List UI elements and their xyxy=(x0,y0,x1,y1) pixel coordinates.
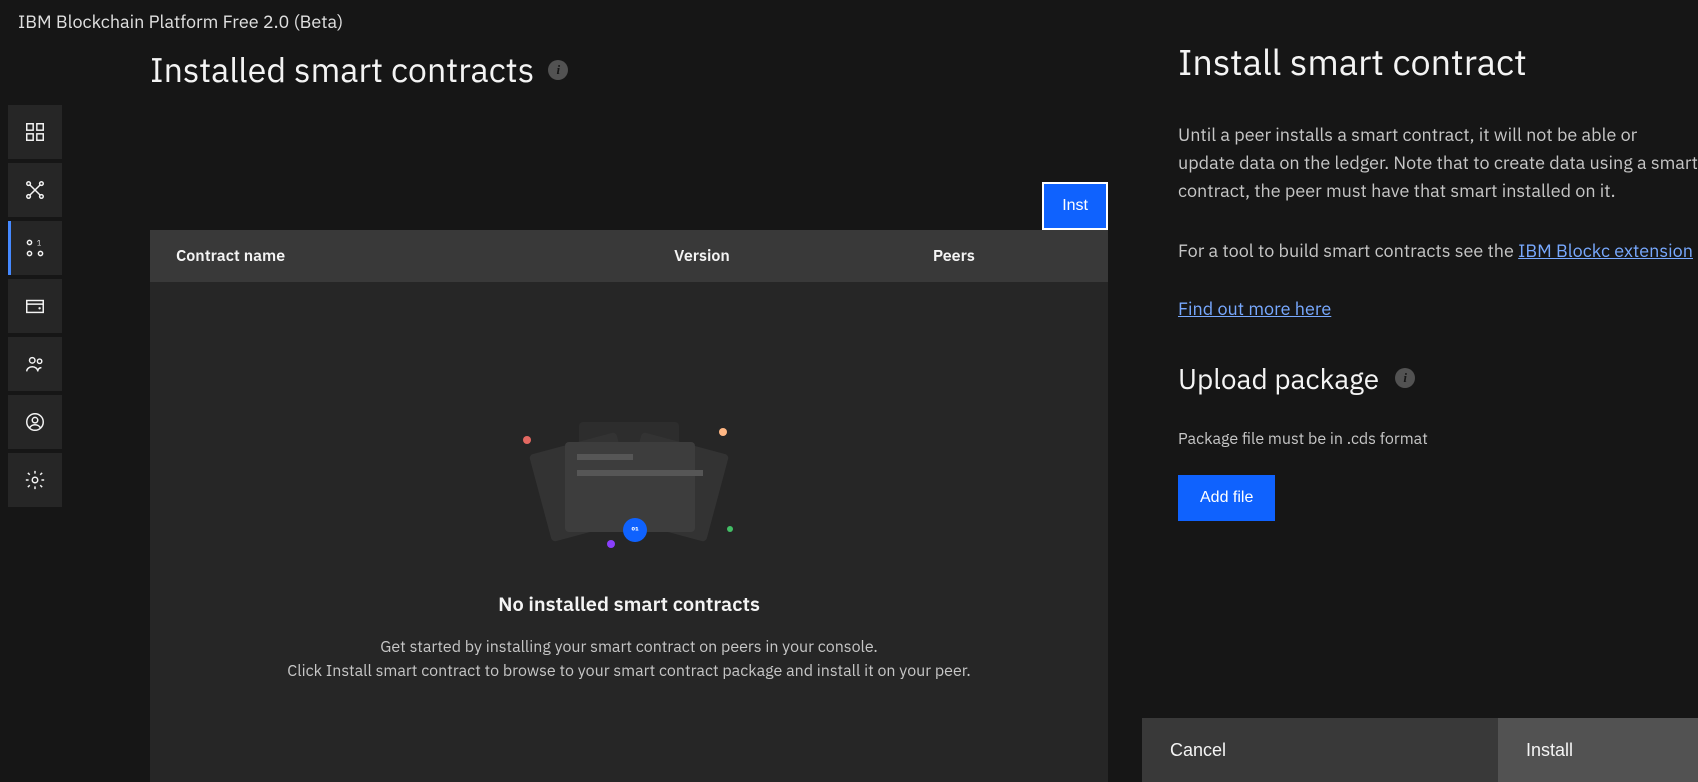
svg-text:1: 1 xyxy=(37,238,42,248)
people-icon xyxy=(24,353,46,375)
panel-title: Install smart contract xyxy=(1178,38,1698,85)
user-icon xyxy=(24,411,46,433)
empty-state-line2: Click Install smart contract to browse t… xyxy=(287,659,970,683)
panel-tool-line: For a tool to build smart contracts see … xyxy=(1178,237,1698,265)
sidebar-item-user[interactable] xyxy=(8,395,62,449)
empty-state-title: No installed smart contracts xyxy=(498,590,760,617)
install-button[interactable]: Install xyxy=(1498,718,1698,782)
empty-state-line1: Get started by installing your smart con… xyxy=(380,635,877,659)
page-title: Installed smart contracts xyxy=(150,48,534,92)
gear-icon xyxy=(24,469,46,491)
sidebar-item-organizations[interactable] xyxy=(8,337,62,391)
contracts-table: Contract name Version Peers ⁰¹ No instal… xyxy=(150,230,1108,782)
sidebar-item-wallet[interactable] xyxy=(8,279,62,333)
main-content: Installed smart contracts i Inst Contrac… xyxy=(150,40,1108,782)
table-header: Contract name Version Peers xyxy=(150,230,1108,282)
find-out-more-link[interactable]: Find out more here xyxy=(1178,297,1331,320)
upload-hint: Package file must be in .cds format xyxy=(1178,429,1698,449)
install-side-panel: Install smart contract Until a peer inst… xyxy=(1142,38,1698,782)
column-peers: Peers xyxy=(907,246,1108,266)
grid-icon xyxy=(24,121,46,143)
vscode-extension-link[interactable]: IBM Blockc extension xyxy=(1518,239,1693,262)
panel-description: Until a peer installs a smart contract, … xyxy=(1178,121,1698,205)
smart-contracts-icon: 1 xyxy=(24,237,46,259)
empty-state: ⁰¹ No installed smart contracts Get star… xyxy=(150,282,1108,782)
install-smart-contract-button[interactable]: Inst xyxy=(1042,182,1108,230)
page-header: Installed smart contracts i xyxy=(150,40,1108,120)
sidebar-item-settings[interactable] xyxy=(8,453,62,507)
panel-footer: Cancel Install xyxy=(1142,718,1698,782)
network-icon xyxy=(24,179,46,201)
sidebar-item-smart-contracts[interactable]: 1 xyxy=(8,221,62,275)
sidebar-item-nodes[interactable] xyxy=(8,163,62,217)
column-version: Version xyxy=(648,246,907,266)
sidebar: 1 xyxy=(8,105,62,507)
contracts-badge-icon: ⁰¹ xyxy=(623,518,647,542)
wallet-icon xyxy=(24,295,46,317)
app-title: IBM Blockchain Platform Free 2.0 (Beta) xyxy=(0,0,1698,43)
add-file-button[interactable]: Add file xyxy=(1178,475,1275,521)
panel-tool-prefix: For a tool to build smart contracts see … xyxy=(1178,239,1518,262)
sidebar-item-dashboard[interactable] xyxy=(8,105,62,159)
info-icon[interactable]: i xyxy=(548,60,568,80)
info-icon[interactable]: i xyxy=(1395,368,1415,388)
column-contract-name: Contract name xyxy=(150,246,648,266)
cancel-button[interactable]: Cancel xyxy=(1142,718,1498,782)
upload-section-title: Upload package xyxy=(1178,360,1379,397)
empty-illustration: ⁰¹ xyxy=(519,402,739,552)
